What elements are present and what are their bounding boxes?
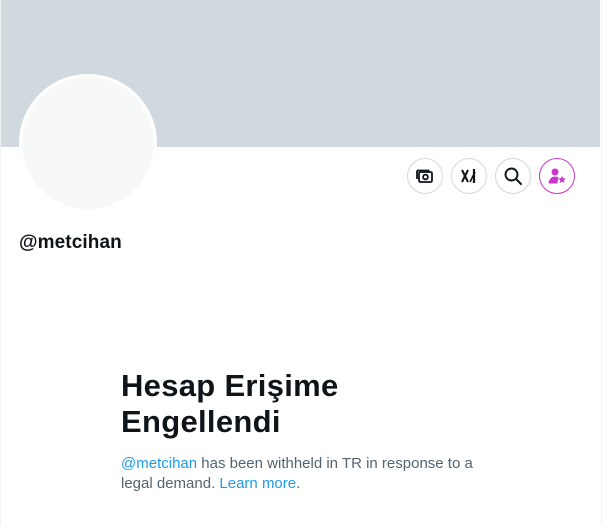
search-button[interactable] — [495, 158, 531, 194]
learn-more-link[interactable]: Learn more — [219, 475, 296, 492]
withheld-title: Hesap Erişime Engellendi — [121, 368, 501, 440]
grok-icon — [459, 166, 479, 186]
profile-actions — [407, 158, 575, 194]
withheld-message: @metcihan has been withheld in TR in res… — [121, 454, 501, 494]
withheld-title-line2: Engellendi — [121, 404, 281, 439]
search-icon — [503, 166, 523, 186]
premium-gift-button[interactable] — [407, 158, 443, 194]
withheld-title-line1: Hesap Erişime — [121, 368, 339, 403]
grok-button[interactable] — [451, 158, 487, 194]
avatar[interactable] — [19, 74, 157, 212]
subscribe-button[interactable] — [539, 158, 575, 194]
subscribe-person-star-icon — [547, 166, 567, 186]
profile-page: @metcihan Hesap Erişime Engellendi @metc… — [0, 0, 602, 525]
withheld-message-period: . — [296, 475, 301, 492]
premium-gift-icon — [415, 166, 435, 186]
withheld-notice: Hesap Erişime Engellendi @metcihan has b… — [121, 368, 501, 494]
profile-handle: @metcihan — [19, 232, 122, 253]
handle-mention-link[interactable]: @metcihan — [121, 455, 197, 472]
